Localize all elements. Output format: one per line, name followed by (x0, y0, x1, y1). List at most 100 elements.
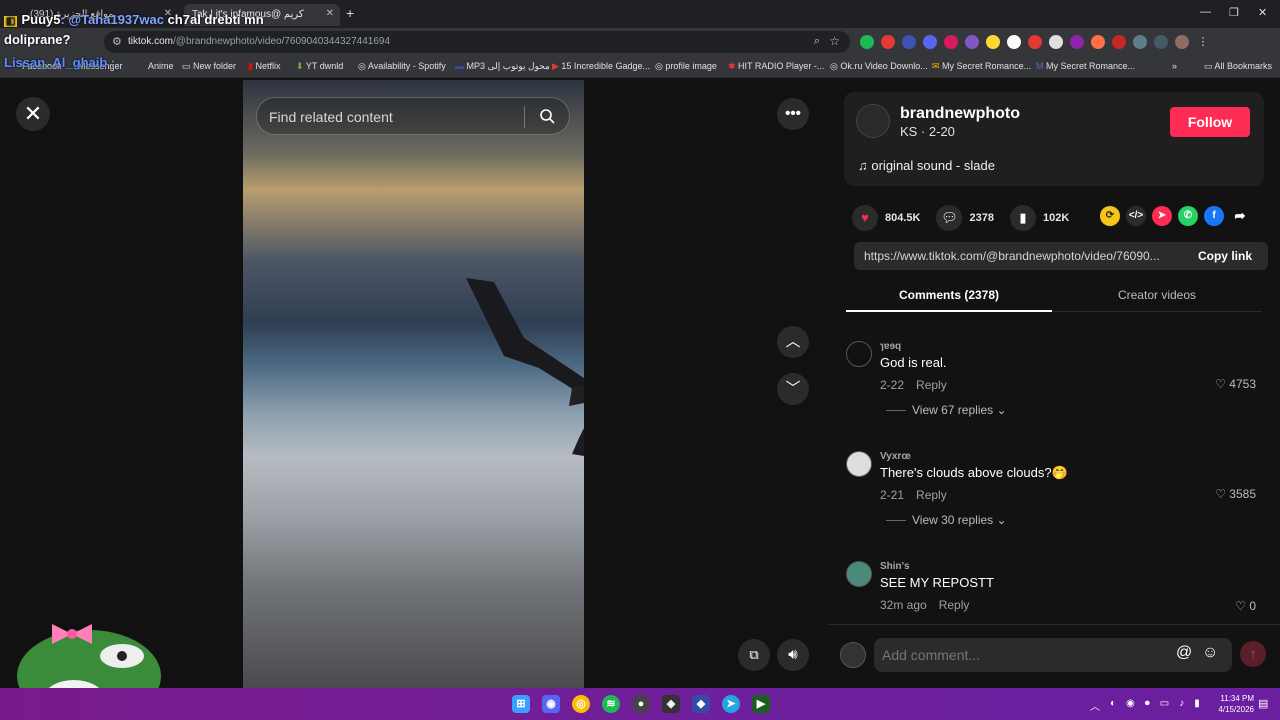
windows-start-icon[interactable]: ⊞ (512, 695, 530, 713)
extension-icon[interactable] (1007, 35, 1021, 49)
bookmark-item[interactable]: ◎ Ok.ru Video Downlo... (830, 61, 928, 72)
copy-link-button[interactable]: Copy link (1182, 242, 1268, 270)
avatar[interactable] (846, 561, 872, 587)
bookmark-icon[interactable]: ▮ (1009, 205, 1036, 231)
facebook-icon[interactable]: f (1204, 206, 1224, 226)
extension-icon[interactable] (902, 35, 916, 49)
tray-app-icon[interactable]: ◐ (1110, 698, 1116, 713)
author-avatar[interactable] (856, 104, 890, 138)
author-name[interactable]: brandnewphoto (900, 105, 1020, 123)
bookmark-item[interactable]: ◎ profile image (655, 61, 717, 72)
bookmark-item[interactable]: ▭ All Bookmarks (1204, 61, 1272, 72)
minimize-icon[interactable]: — (1200, 6, 1211, 18)
close-video-button[interactable]: ✕ (16, 97, 50, 131)
close-icon[interactable]: ✕ (326, 8, 334, 19)
heart-icon[interactable]: ♥ (852, 205, 878, 231)
app-icon[interactable]: ◈ (662, 695, 680, 713)
whatsapp-icon[interactable]: ✆ (1178, 206, 1198, 226)
extension-icon[interactable] (986, 35, 1000, 49)
app-icon[interactable]: ◆ (692, 695, 710, 713)
new-tab-button[interactable]: + (346, 5, 354, 21)
bookmark-item[interactable]: ▶ 15 Incredible Gadge... (552, 61, 650, 72)
tab-comments[interactable]: Comments (2378) (846, 288, 1052, 312)
bookmark-item[interactable]: ▭ New folder (182, 61, 236, 72)
puzzle-icon[interactable] (1133, 35, 1147, 49)
view-replies-button[interactable]: View 30 replies ⌄ (886, 513, 1007, 527)
share-link-text[interactable]: https://www.tiktok.com/@brandnewphoto/vi… (864, 249, 1170, 263)
menu-icon[interactable]: ⋮ (1196, 35, 1210, 49)
extension-icon[interactable] (881, 35, 895, 49)
send-icon[interactable]: ➤ (1152, 206, 1172, 226)
extension-icon[interactable] (860, 35, 874, 49)
floating-player-button[interactable]: ⧉ (738, 639, 770, 671)
bookmark-item[interactable]: ✉ My Secret Romance... (932, 61, 1031, 72)
extension-icon[interactable] (965, 35, 979, 49)
network-icon[interactable]: ▭ (1160, 698, 1169, 713)
extension-icon[interactable] (944, 35, 958, 49)
obs-icon[interactable]: ● (632, 695, 650, 713)
emoji-icon[interactable]: ☺ (1202, 644, 1218, 662)
send-comment-button[interactable]: ↑ (1240, 641, 1266, 667)
zoom-icon[interactable]: ⌕ (814, 35, 820, 48)
profile-avatar[interactable] (1175, 35, 1189, 49)
bookmark-star-icon[interactable]: ☆ (829, 34, 840, 48)
comment-like[interactable]: ♡ 3585 (1215, 487, 1256, 501)
search-icon[interactable] (539, 108, 555, 124)
taskbar-clock[interactable]: 11:34 PM 4/15/2026 (1212, 693, 1254, 715)
extension-icon[interactable] (923, 35, 937, 49)
battery-icon[interactable]: ▮ (1194, 698, 1200, 713)
bookmark-item[interactable]: ▬ MP3 محول يوتوب إلى (455, 61, 550, 72)
spotify-icon[interactable]: ≋ (602, 695, 620, 713)
chevron-up-icon[interactable]: ︿ (1090, 698, 1100, 713)
comment-like[interactable]: ♡ 4753 (1215, 377, 1256, 391)
discord-icon[interactable]: ◉ (542, 695, 560, 713)
comment-username[interactable]: Shin's (880, 561, 910, 572)
bookmark-item[interactable]: M My Secret Romance... (1036, 61, 1135, 71)
repost-icon[interactable]: ⟳ (1100, 206, 1120, 226)
extension-icon[interactable] (1112, 35, 1126, 49)
avatar[interactable] (846, 451, 872, 477)
reply-button[interactable]: Reply (916, 488, 947, 502)
extension-icon[interactable] (1049, 35, 1063, 49)
discord-tray-icon[interactable]: ◉ (1126, 698, 1135, 713)
more-options-button[interactable]: ••• (777, 98, 809, 130)
reply-button[interactable]: Reply (939, 598, 970, 612)
search-bar[interactable]: Find related content (256, 97, 570, 135)
volume-tray-icon[interactable]: ♪ (1179, 698, 1184, 713)
tab-creator-videos[interactable]: Creator videos (1054, 288, 1260, 302)
reply-button[interactable]: Reply (916, 378, 947, 392)
more-bookmarks-icon[interactable]: » (1172, 61, 1177, 71)
site-info-icon[interactable]: ⚙ (112, 35, 122, 48)
microphone-icon[interactable]: ⏺ (1145, 698, 1150, 713)
url-field[interactable]: ⚙ tiktok.com/@brandnewphoto/video/760904… (104, 31, 850, 53)
share-icon[interactable]: ➦ (1230, 206, 1250, 226)
comment-like[interactable]: ♡ 0 (1235, 599, 1256, 613)
bookmark-item[interactable]: ✱ HIT RADIO Player -... (728, 61, 824, 72)
comment-username[interactable]: Vyxrœ (880, 451, 911, 462)
bookmark-item[interactable]: ◎ Availability - Spotify (358, 61, 446, 72)
sound-link[interactable]: ♫ original sound - slade (858, 158, 995, 173)
previous-video-button[interactable]: ︿ (777, 326, 809, 358)
comment-username[interactable]: ɿɐɘq (880, 341, 901, 352)
mention-icon[interactable]: @ (1176, 644, 1192, 662)
view-replies-button[interactable]: View 67 replies ⌄ (886, 403, 1007, 417)
window-close-icon[interactable]: ✕ (1258, 6, 1267, 19)
extension-icon[interactable] (1091, 35, 1105, 49)
volume-icon[interactable]: 🔊︎ (777, 639, 809, 671)
telegram-icon[interactable]: ➤ (722, 695, 740, 713)
chrome-icon[interactable]: ◎ (572, 695, 590, 713)
extension-icon[interactable] (1070, 35, 1084, 49)
reading-list-icon[interactable] (1154, 35, 1168, 49)
notification-icon[interactable]: ▤ (1258, 697, 1268, 710)
follow-button[interactable]: Follow (1170, 107, 1250, 137)
restore-icon[interactable]: ❐ (1229, 6, 1239, 19)
bookmark-item[interactable]: ⬇ YT dwnld (296, 61, 343, 72)
next-video-button[interactable]: ﹀ (777, 373, 809, 405)
embed-icon[interactable]: </> (1126, 206, 1146, 226)
comment-icon[interactable]: 💬︎ (936, 205, 963, 231)
bookmark-item[interactable]: ▮ Netflix (248, 61, 280, 72)
app-icon[interactable]: ▶ (752, 695, 770, 713)
video-player[interactable] (243, 80, 584, 688)
bookmark-item[interactable]: Anime (148, 61, 174, 71)
extension-icon[interactable] (1028, 35, 1042, 49)
